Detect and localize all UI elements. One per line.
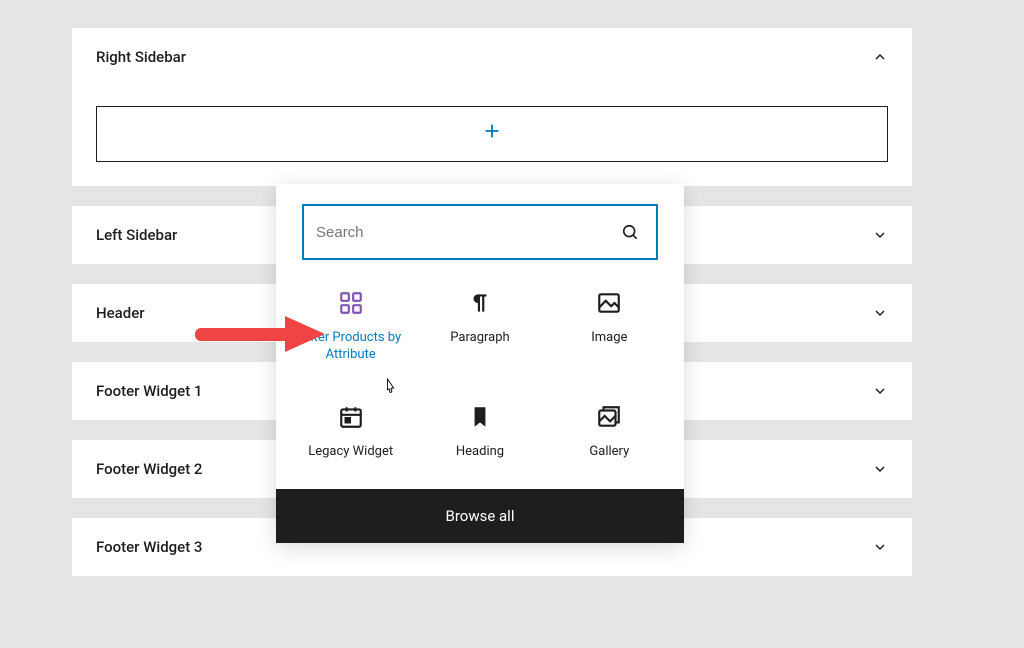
grid-icon (338, 290, 364, 316)
block-label: Image (591, 330, 627, 347)
search-box[interactable] (302, 204, 658, 260)
paragraph-icon (467, 290, 493, 316)
chevron-down-icon[interactable] (872, 461, 888, 477)
search-input[interactable] (316, 224, 620, 241)
plus-icon (481, 120, 503, 148)
calendar-icon (338, 404, 364, 430)
chevron-down-icon[interactable] (872, 383, 888, 399)
area-title: Footer Widget 3 (96, 538, 202, 556)
chevron-down-icon[interactable] (872, 539, 888, 555)
block-legacy-widget[interactable]: Legacy Widget (286, 398, 415, 467)
block-label: Legacy Widget (308, 444, 393, 461)
area-title: Footer Widget 1 (96, 382, 202, 400)
gallery-icon (596, 404, 622, 430)
block-label: Filter Products by Attribute (296, 330, 406, 364)
chevron-down-icon[interactable] (872, 305, 888, 321)
block-inserter-popover: Filter Products by Attribute Paragraph I… (276, 184, 684, 543)
block-image[interactable]: Image (545, 284, 674, 370)
block-heading[interactable]: Heading (415, 398, 544, 467)
area-title: Left Sidebar (96, 226, 177, 244)
block-label: Paragraph (450, 330, 509, 347)
browse-all-button[interactable]: Browse all (276, 489, 684, 543)
block-gallery[interactable]: Gallery (545, 398, 674, 467)
block-paragraph[interactable]: Paragraph (415, 284, 544, 370)
widget-area-right-sidebar[interactable]: Right Sidebar (72, 28, 912, 186)
block-filter-products-by-attribute[interactable]: Filter Products by Attribute (286, 284, 415, 370)
area-title: Right Sidebar (96, 48, 186, 66)
browse-all-label: Browse all (446, 507, 515, 525)
block-label: Gallery (589, 444, 629, 461)
search-icon (620, 222, 640, 242)
image-icon (596, 290, 622, 316)
add-block-button[interactable] (96, 106, 888, 162)
bookmark-icon (467, 404, 493, 430)
area-title: Footer Widget 2 (96, 460, 202, 478)
chevron-down-icon[interactable] (872, 227, 888, 243)
chevron-up-icon[interactable] (872, 49, 888, 65)
area-title: Header (96, 304, 145, 322)
block-label: Heading (456, 444, 504, 461)
